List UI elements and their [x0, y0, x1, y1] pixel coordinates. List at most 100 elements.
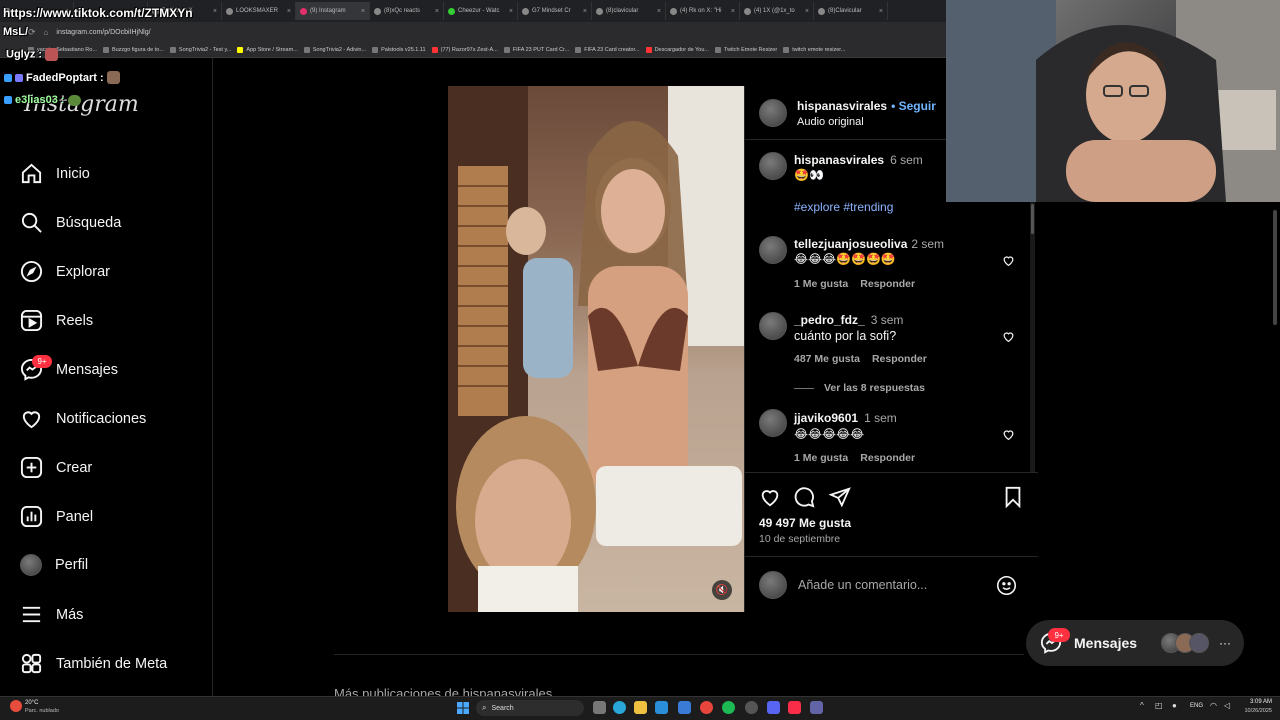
comment-likes[interactable]: 1 Me gusta [794, 278, 848, 290]
browser-tab[interactable]: (8)clavicular × [592, 2, 666, 20]
comment-likes[interactable]: 487 Me gusta [794, 353, 860, 365]
bookmark-item[interactable]: Buzzgo figura de to... [102, 46, 164, 53]
comment-like-heart-icon[interactable] [1002, 330, 1015, 343]
reply-button[interactable]: Responder [872, 353, 927, 365]
close-tab-icon[interactable]: × [213, 8, 217, 15]
post-video[interactable]: 🔇 [448, 86, 744, 612]
browser-tab[interactable]: (8)Clavicular × [814, 2, 888, 20]
chrome-icon[interactable] [700, 701, 713, 714]
page-scroll-thumb[interactable] [1273, 210, 1277, 325]
sidebar-item-busqueda[interactable]: Búsqueda [20, 211, 121, 234]
caption-username[interactable]: hispanasvirales [794, 153, 884, 167]
music-icon[interactable] [788, 701, 801, 714]
comment-avatar[interactable] [759, 236, 787, 264]
comment-like-heart-icon[interactable] [1002, 254, 1015, 267]
browser-tab[interactable]: (4) Rk on X: "Hi × [666, 2, 740, 20]
obs-icon[interactable] [745, 701, 758, 714]
comment-avatar[interactable] [759, 312, 787, 340]
comment-username[interactable]: jjaviko9601 [794, 411, 858, 425]
close-tab-icon[interactable]: × [361, 8, 365, 15]
close-tab-icon[interactable]: × [879, 8, 883, 15]
edge-icon[interactable] [613, 701, 626, 714]
comment-avatar[interactable] [759, 409, 787, 437]
comment-likes[interactable]: 1 Me gusta [794, 452, 848, 464]
weather-temp[interactable]: 20°C [25, 700, 38, 706]
comment-username[interactable]: tellezjuanjosueoliva [794, 237, 907, 251]
more-dots-icon[interactable]: ··· [1219, 636, 1231, 650]
browser-tab[interactable]: (8)xQc reacts × [370, 2, 444, 20]
follow-button[interactable]: • Seguir [891, 99, 936, 113]
photos-icon[interactable] [655, 701, 668, 714]
bookmark-item[interactable]: Twitch Emote Resizer [715, 46, 777, 53]
browser-tab[interactable]: (4) 1X (@1x_to × [740, 2, 814, 20]
teams-icon[interactable] [810, 701, 823, 714]
network-icon[interactable]: ◰ [1155, 701, 1163, 710]
reply-button[interactable]: Responder [860, 278, 915, 290]
comment-bubble-icon[interactable] [793, 486, 815, 508]
close-tab-icon[interactable]: × [287, 8, 291, 15]
close-tab-icon[interactable]: × [657, 8, 661, 15]
site-info-icon[interactable]: ⌂ [44, 28, 49, 37]
browser-tab[interactable]: G7 Mindset Cr × [518, 2, 592, 20]
bookmark-item[interactable]: SongTrivia2 - Adivin... [303, 46, 366, 53]
bookmark-save-icon[interactable] [1002, 486, 1024, 508]
comments-scroll-thumb[interactable] [1031, 204, 1034, 234]
sidebar-item-reels[interactable]: Reels [20, 309, 93, 332]
bookmark-item[interactable]: Descargador de You... [645, 46, 709, 53]
close-tab-icon[interactable]: × [805, 8, 809, 15]
wifi-icon[interactable]: ◠ [1210, 701, 1217, 710]
taskbar-search[interactable]: ⌕ Search [476, 700, 584, 716]
sidebar-item-tambien-de-meta[interactable]: También de Meta [20, 652, 167, 675]
like-count[interactable]: 49 497 Me gusta [759, 516, 851, 530]
close-tab-icon[interactable]: × [731, 8, 735, 15]
bookmark-item[interactable]: FIFA 23 PUT Card Cr... [503, 46, 569, 53]
discord-icon[interactable] [767, 701, 780, 714]
sidebar-item-notificaciones[interactable]: Notificaciones [20, 407, 146, 430]
comment-like-heart-icon[interactable] [1002, 428, 1015, 441]
file-explorer-icon[interactable] [634, 701, 647, 714]
browser-tab[interactable]: LOOKSMAXER × [222, 2, 296, 20]
mute-icon[interactable]: 🔇 [712, 580, 732, 600]
app-icon[interactable] [722, 701, 735, 714]
chevron-up-icon[interactable]: ^ [1140, 701, 1144, 710]
comment-input[interactable]: Añade un comentario... [798, 578, 927, 592]
store-icon[interactable] [678, 701, 691, 714]
task-view-icon[interactable] [593, 701, 606, 714]
messages-floating-button[interactable]: Mensajes ··· [1026, 620, 1244, 666]
sidebar-item-panel[interactable]: Panel [20, 505, 93, 528]
bookmark-item[interactable]: SongTrivia2 - Test y... [169, 46, 231, 53]
sidebar-item-explorar[interactable]: Explorar [20, 260, 110, 283]
bookmark-item[interactable]: Palstools v25.1.11 [372, 46, 426, 53]
clock-date[interactable]: 10/26/2025 [1236, 708, 1272, 714]
volume-icon[interactable]: ◁ [1224, 701, 1230, 710]
browser-tab-active[interactable]: (9) Instagram × [296, 2, 370, 20]
bookmark-item[interactable]: twitch emote resizer... [783, 46, 845, 53]
back-icon[interactable]: ⟳ [28, 27, 36, 38]
bookmark-item[interactable]: App Store / Stream... [237, 46, 298, 53]
audio-label[interactable]: Audio original [797, 116, 864, 128]
comments-scrollbar[interactable] [1030, 200, 1035, 472]
browser-tab[interactable]: Cheezur - Watc × [444, 2, 518, 20]
sidebar-item-perfil[interactable]: Perfil [20, 554, 88, 576]
author-username[interactable]: hispanasvirales [797, 99, 887, 113]
bookmark-item[interactable]: FIFA 23 Card creator... [575, 46, 640, 53]
view-replies[interactable]: Ver las 8 respuestas [794, 382, 925, 394]
reply-button[interactable]: Responder [860, 452, 915, 464]
caption-hashtags[interactable]: #explore #trending [794, 200, 893, 214]
sidebar-item-mas[interactable]: Más [20, 603, 83, 626]
share-paper-plane-icon[interactable] [829, 486, 851, 508]
caption-avatar[interactable] [759, 152, 787, 180]
sidebar-item-inicio[interactable]: Inicio [20, 162, 90, 185]
emoji-icon[interactable] [996, 575, 1017, 596]
close-tab-icon[interactable]: × [583, 8, 587, 15]
bookmark-item[interactable]: (77) Razor97s Zest-A... [431, 46, 498, 53]
comment-username[interactable]: _pedro_fdz_ [794, 313, 865, 327]
clock-time[interactable]: 3:09 AM [1240, 699, 1272, 705]
windows-start-icon[interactable] [457, 702, 469, 714]
url-field[interactable]: instagram.com/p/DOcbiIHjNlg/ [56, 29, 150, 36]
sidebar-item-crear[interactable]: Crear [20, 456, 92, 479]
close-tab-icon[interactable]: × [435, 8, 439, 15]
like-heart-icon[interactable] [759, 486, 781, 508]
language-indicator[interactable]: ENG [1190, 703, 1203, 709]
microphone-icon[interactable]: ● [1172, 701, 1177, 710]
